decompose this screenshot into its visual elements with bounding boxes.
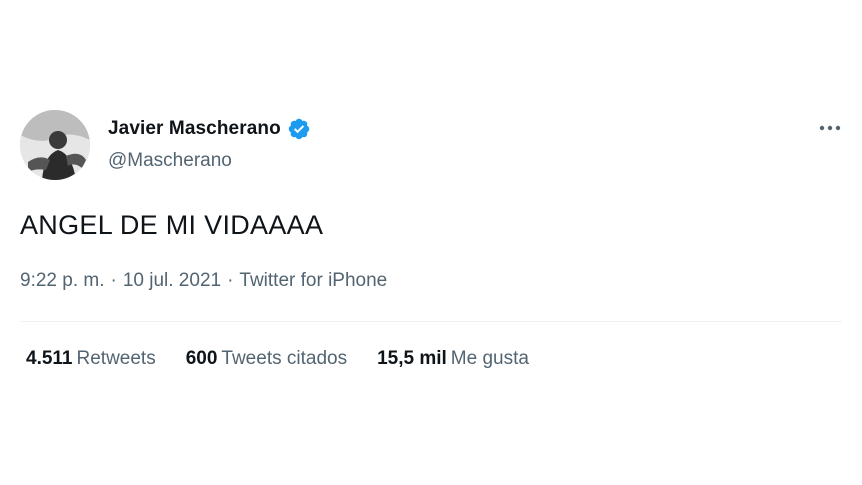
tweet-text: ANGEL DE MI VIDAAAA bbox=[20, 210, 324, 240]
author-name-row[interactable]: Javier Mascherano bbox=[108, 117, 311, 141]
tweet-card: Javier Mascherano @Mascherano ANGEL DE M… bbox=[0, 0, 862, 485]
author-display-name[interactable]: Javier Mascherano bbox=[108, 118, 281, 140]
quote-tweets-stat[interactable]: 600 Tweets citados bbox=[186, 348, 347, 370]
likes-label: Me gusta bbox=[450, 348, 529, 369]
meta-separator: · bbox=[110, 270, 117, 291]
verified-badge-icon bbox=[287, 117, 311, 141]
divider bbox=[20, 321, 842, 322]
quote-tweets-count: 600 bbox=[185, 348, 218, 369]
tweet-meta: 9:22 p. m. · 10 jul. 2021 · Twitter for … bbox=[20, 270, 387, 292]
likes-count: 15,5 mil bbox=[377, 348, 447, 369]
user-avatar[interactable] bbox=[20, 110, 90, 180]
author-handle[interactable]: @Mascherano bbox=[108, 150, 232, 172]
tweet-stats: 4.511 Retweets 600 Tweets citados 15,5 mil… bbox=[26, 348, 559, 370]
tweet-date[interactable]: 10 jul. 2021 bbox=[123, 270, 221, 292]
retweets-stat[interactable]: 4.511 Retweets bbox=[26, 348, 156, 370]
retweets-count: 4.511 bbox=[26, 348, 73, 369]
more-options-icon bbox=[819, 125, 841, 131]
likes-stat[interactable]: 15,5 mil Me gusta bbox=[377, 348, 529, 370]
quote-tweets-label: Tweets citados bbox=[221, 348, 348, 369]
retweets-label: Retweets bbox=[76, 348, 156, 369]
tweet-time[interactable]: 9:22 p. m. bbox=[20, 270, 105, 292]
more-options-button[interactable] bbox=[815, 116, 845, 140]
meta-separator: · bbox=[227, 270, 234, 291]
tweet-source[interactable]: Twitter for iPhone bbox=[239, 270, 387, 292]
avatar-photo-icon bbox=[20, 110, 90, 180]
